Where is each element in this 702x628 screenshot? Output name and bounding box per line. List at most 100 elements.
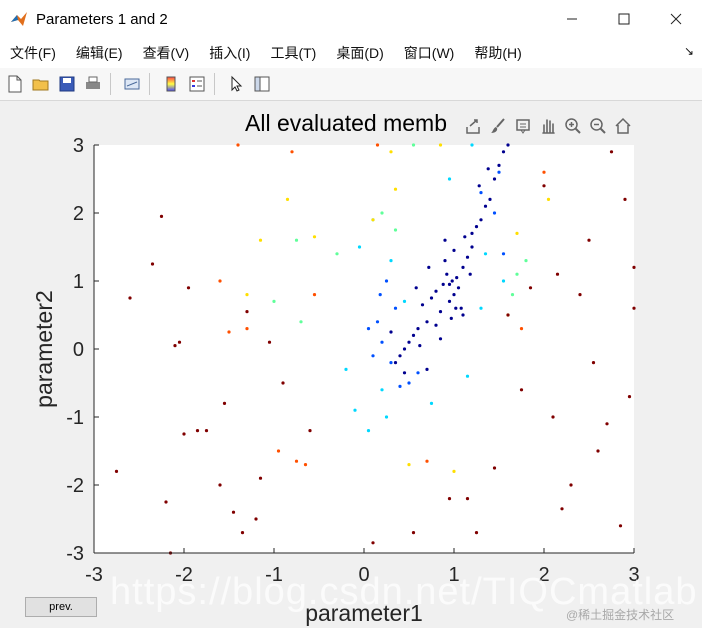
data-point (483, 252, 488, 256)
colorbar-button[interactable] (160, 73, 182, 95)
data-point (632, 306, 636, 310)
data-point (159, 214, 164, 218)
matlab-icon (11, 12, 27, 26)
data-point (587, 238, 591, 242)
data-point (470, 143, 474, 147)
menu-file[interactable]: 文件(F) (10, 43, 56, 63)
data-point (519, 388, 524, 392)
data-point (501, 279, 506, 283)
menu-bar: 文件(F) 编辑(E) 查看(V) 插入(I) 工具(T) 桌面(D) 窗口(W… (0, 38, 702, 68)
data-point (254, 517, 258, 521)
menu-insert[interactable]: 插入(I) (209, 43, 250, 63)
data-point (416, 327, 420, 331)
minimize-icon (567, 18, 577, 20)
new-figure-button[interactable] (4, 73, 26, 95)
pan-button[interactable] (537, 115, 558, 136)
data-point (492, 177, 497, 181)
menu-window[interactable]: 窗口(W) (404, 43, 455, 63)
data-point (398, 354, 402, 358)
data-point (150, 262, 155, 266)
data-point (411, 333, 416, 337)
pan-icon (541, 118, 555, 134)
menu-desktop[interactable]: 桌面(D) (336, 43, 383, 63)
data-point (375, 320, 380, 324)
menu-tools[interactable]: 工具(T) (270, 43, 316, 63)
zoom-in-button[interactable] (562, 115, 583, 136)
pointer-button[interactable] (225, 73, 247, 95)
brush-button[interactable] (487, 115, 508, 136)
data-point (461, 265, 465, 269)
data-point (569, 483, 573, 487)
menu-view[interactable]: 查看(V) (143, 43, 190, 63)
data-point (204, 429, 209, 433)
data-point (542, 170, 546, 174)
data-point (411, 143, 416, 147)
data-point (438, 310, 443, 314)
data-point (627, 395, 632, 399)
toolbar-separator (110, 73, 111, 95)
window-controls (546, 0, 702, 38)
data-point (528, 286, 533, 290)
property-inspector-button[interactable] (251, 73, 273, 95)
plot-area (94, 145, 634, 553)
data-point (393, 228, 398, 232)
data-point (456, 286, 461, 290)
data-point (173, 344, 177, 348)
data-point (449, 316, 453, 320)
export-button[interactable] (462, 115, 483, 136)
x-axis-label: parameter1 (305, 600, 423, 626)
x-tick-label: 2 (538, 564, 549, 586)
data-point (470, 245, 474, 249)
toolbar-separator (214, 73, 215, 95)
data-point (605, 422, 609, 426)
open-file-button[interactable] (30, 73, 52, 95)
data-point (414, 286, 418, 290)
data-point (506, 313, 510, 317)
close-button[interactable] (650, 0, 702, 38)
data-point (632, 265, 636, 269)
data-point (308, 429, 312, 433)
data-point (380, 211, 384, 215)
data-point (378, 293, 382, 297)
legend-button[interactable] (186, 73, 208, 95)
dock-arrow-icon[interactable]: ↘ (684, 44, 694, 58)
prev-button[interactable]: prev. (25, 597, 97, 617)
data-point (486, 167, 490, 171)
minimize-button[interactable] (546, 0, 598, 38)
data-point (407, 381, 411, 385)
menu-edit[interactable]: 编辑(E) (76, 43, 123, 63)
data-tips-button[interactable] (512, 115, 533, 136)
data-point (425, 459, 429, 463)
zoom-out-button[interactable] (587, 115, 608, 136)
data-point (236, 143, 240, 147)
property-inspector-icon (254, 76, 270, 92)
data-point (506, 143, 510, 147)
print-button[interactable] (82, 73, 104, 95)
brush-icon (490, 117, 505, 133)
axes-toolbar (462, 115, 633, 136)
data-point (389, 361, 393, 365)
data-point (578, 293, 582, 297)
title-bar: Parameters 1 and 2 (0, 0, 702, 38)
menu-help[interactable]: 帮助(H) (474, 43, 521, 63)
data-point (441, 282, 445, 286)
data-point (393, 187, 398, 191)
data-point (429, 401, 434, 405)
data-point (418, 344, 422, 348)
scatter-plot[interactable]: -3 -2 -1 0 1 2 3 -3 -2 -1 0 1 2 3 All evaluated memb pa… (0, 101, 702, 628)
save-button[interactable] (56, 73, 78, 95)
home-button[interactable] (612, 115, 633, 136)
maximize-icon (618, 13, 630, 25)
zoom-in-icon (564, 117, 581, 134)
data-point (407, 463, 411, 467)
link-plot-button[interactable] (121, 73, 143, 95)
data-point (427, 265, 431, 269)
data-point (452, 469, 456, 473)
data-point (447, 282, 452, 286)
data-point (186, 286, 191, 290)
data-point (240, 531, 245, 535)
maximize-button[interactable] (598, 0, 650, 38)
toolbar-separator (149, 73, 150, 95)
data-point (479, 191, 483, 195)
data-point (371, 218, 375, 222)
